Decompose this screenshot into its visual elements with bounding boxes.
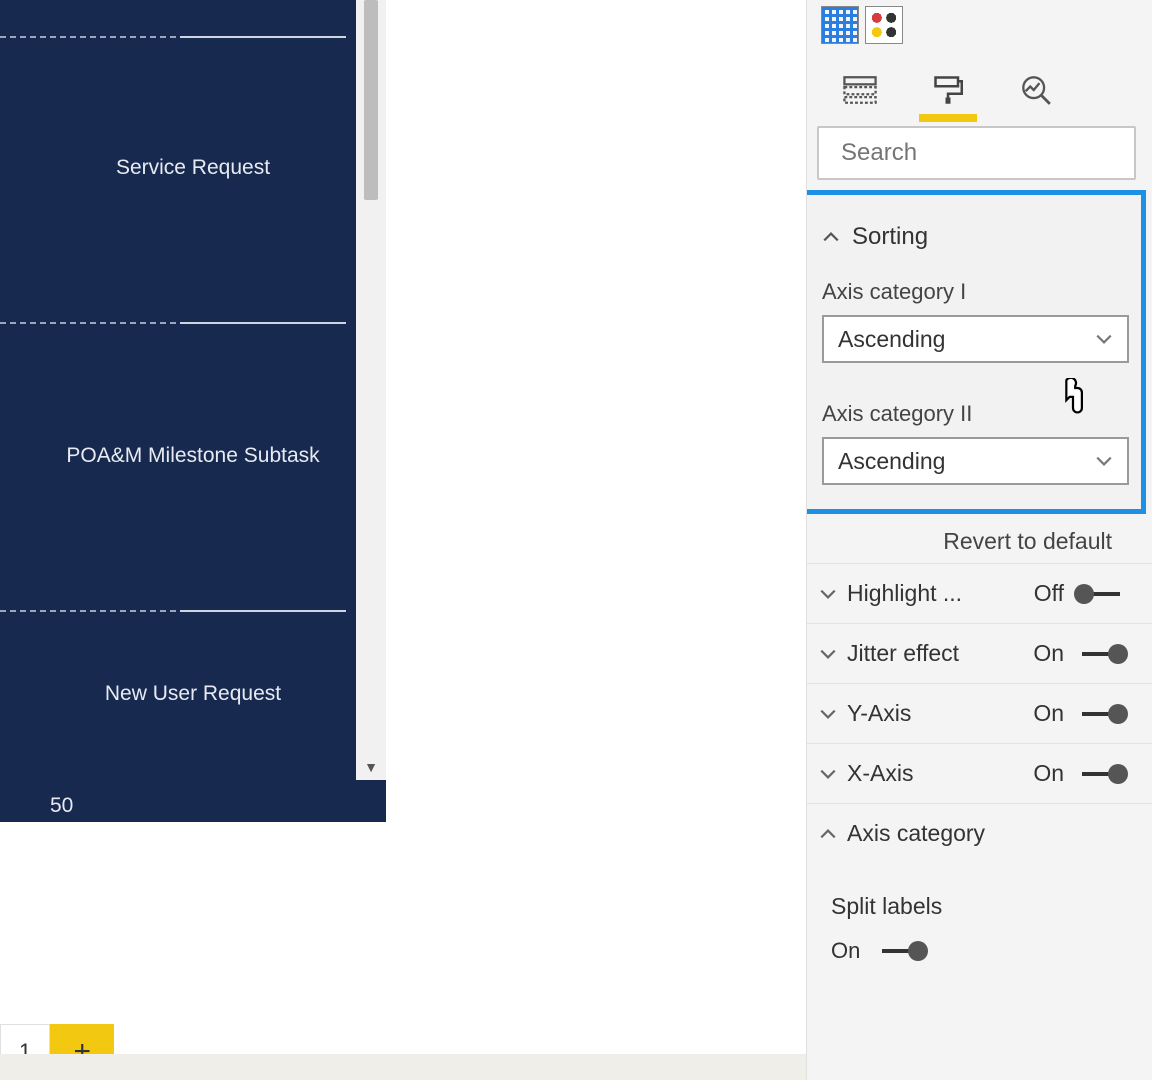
yaxis-toggle[interactable] (1074, 704, 1128, 724)
axis1-value: Ascending (838, 326, 945, 353)
sorting-section-highlight: Sorting Axis category I Ascending Axis c… (807, 190, 1146, 514)
highlight-section[interactable]: Highlight ... Off (807, 563, 1152, 623)
analytics-tab[interactable] (1013, 64, 1059, 116)
paint-roller-icon (931, 75, 965, 105)
highlight-toggle[interactable] (1074, 584, 1128, 604)
chevron-down-icon (1095, 330, 1113, 348)
visual-type-swatch-scatter[interactable] (865, 6, 903, 44)
xaxis-state: On (1033, 760, 1064, 787)
yaxis-section[interactable]: Y-Axis On (807, 683, 1152, 743)
chevron-down-icon (819, 765, 837, 783)
row-separator (0, 322, 346, 324)
highlight-label: Highlight ... (847, 580, 962, 607)
fields-tab[interactable] (837, 64, 883, 116)
x-axis-tick: 50 (50, 794, 73, 818)
visual-scrollbar[interactable]: ▼ (356, 0, 386, 780)
axis-category-title: Axis category (847, 820, 985, 847)
split-labels-label: Split labels (831, 893, 1128, 920)
axis-category-section-header[interactable]: Axis category (807, 803, 1152, 863)
chevron-up-icon (819, 825, 837, 843)
chevron-down-icon (819, 645, 837, 663)
chart-visual[interactable]: Service Request POA&M Milestone Subtask … (0, 0, 386, 822)
axis-category-body: Split labels On (807, 863, 1152, 964)
category-label: POA&M Milestone Subtask (0, 444, 386, 468)
row-separator (0, 610, 346, 612)
sorting-title: Sorting (852, 223, 928, 251)
jitter-toggle[interactable] (1074, 644, 1128, 664)
split-labels-toggle[interactable] (874, 941, 928, 961)
xaxis-label: X-Axis (847, 760, 913, 787)
row-separator (0, 36, 346, 38)
chevron-down-icon (1095, 452, 1113, 470)
axis2-label: Axis category II (822, 401, 1129, 427)
axis1-select[interactable]: Ascending (822, 315, 1129, 363)
highlight-state: Off (1034, 580, 1064, 607)
split-labels-state: On (831, 938, 860, 964)
xaxis-toggle[interactable] (1074, 764, 1128, 784)
status-bar (0, 1054, 806, 1080)
chevron-up-icon (822, 228, 840, 246)
axis1-label: Axis category I (822, 279, 1129, 305)
chevron-down-icon (819, 705, 837, 723)
visual-type-swatch-matrix[interactable] (821, 6, 859, 44)
yaxis-label: Y-Axis (847, 700, 911, 727)
fields-icon (843, 75, 877, 105)
revert-default-link[interactable]: Revert to default (807, 514, 1152, 563)
jitter-state: On (1033, 640, 1064, 667)
yaxis-state: On (1033, 700, 1064, 727)
xaxis-section[interactable]: X-Axis On (807, 743, 1152, 803)
chevron-down-icon (819, 585, 837, 603)
format-search[interactable] (817, 126, 1136, 180)
category-label: New User Request (0, 682, 386, 706)
jitter-label: Jitter effect (847, 640, 959, 667)
axis2-value: Ascending (838, 448, 945, 475)
scroll-down-arrow[interactable]: ▼ (356, 754, 386, 780)
analytics-icon (1019, 75, 1053, 105)
axis2-select[interactable]: Ascending (822, 437, 1129, 485)
sorting-section-header[interactable]: Sorting (822, 207, 1129, 269)
report-canvas[interactable]: Service Request POA&M Milestone Subtask … (0, 0, 806, 1080)
jitter-section[interactable]: Jitter effect On (807, 623, 1152, 683)
format-pane: Sorting Axis category I Ascending Axis c… (806, 0, 1152, 1080)
search-input[interactable] (841, 139, 1151, 167)
format-tab[interactable] (925, 64, 971, 116)
category-label: Service Request (0, 156, 386, 180)
